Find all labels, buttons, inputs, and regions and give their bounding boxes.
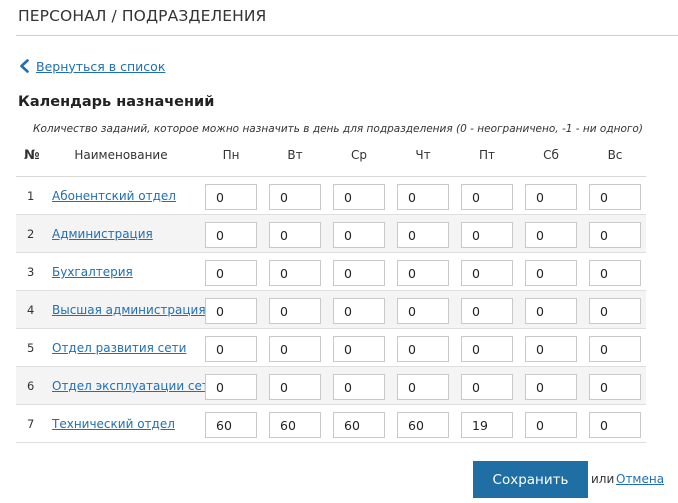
limit-input-fri[interactable]	[461, 184, 513, 210]
chevron-left-icon	[20, 59, 29, 73]
limit-input-tue[interactable]	[269, 298, 321, 324]
department-link[interactable]: Технический отдел	[52, 417, 175, 431]
limit-input-sat[interactable]	[525, 298, 577, 324]
limit-input-sun[interactable]	[589, 184, 641, 210]
limit-input-mon[interactable]	[205, 222, 257, 248]
row-number: 4	[27, 303, 35, 317]
table-row: 4 Высшая администрация	[16, 291, 646, 329]
limit-input-sun[interactable]	[589, 374, 641, 400]
limit-input-thu[interactable]	[397, 298, 449, 324]
limit-input-tue[interactable]	[269, 222, 321, 248]
table-row: 1 Абонентский отдел	[16, 177, 646, 215]
calendar-note: Количество заданий, которое можно назнач…	[33, 123, 643, 135]
department-link[interactable]: Отдел эксплуатации сети	[52, 379, 217, 393]
limit-input-sun[interactable]	[589, 298, 641, 324]
or-label: или	[591, 472, 615, 486]
limit-input-fri[interactable]	[461, 260, 513, 286]
table-row: 5 Отдел развития сети	[16, 329, 646, 367]
row-number: 3	[27, 265, 35, 279]
limit-input-sun[interactable]	[589, 336, 641, 362]
table-row: 2 Администрация	[16, 215, 646, 253]
calendar-table-body: 1 Абонентский отдел 2 Администрация 3 Бухгалт…	[16, 176, 646, 443]
limit-input-wed[interactable]	[333, 298, 385, 324]
limit-input-thu[interactable]	[397, 222, 449, 248]
limit-input-mon[interactable]	[205, 336, 257, 362]
limit-input-tue[interactable]	[269, 184, 321, 210]
column-header-thu: Чт	[415, 148, 431, 162]
limit-input-fri[interactable]	[461, 412, 513, 438]
limit-input-mon[interactable]	[205, 374, 257, 400]
column-header-name: Наименование	[74, 148, 168, 162]
column-header-fri: Пт	[478, 148, 495, 162]
table-row: 6 Отдел эксплуатации сети	[16, 367, 646, 405]
limit-input-fri[interactable]	[461, 336, 513, 362]
limit-input-wed[interactable]	[333, 222, 385, 248]
limit-input-thu[interactable]	[397, 374, 449, 400]
limit-input-mon[interactable]	[205, 184, 257, 210]
department-link[interactable]: Бухгалтерия	[52, 265, 133, 279]
limit-input-tue[interactable]	[269, 336, 321, 362]
back-link-label: Вернуться в список	[36, 58, 166, 74]
table-header: № Наименование Пн Вт Ср Чт Пт Сб Вс	[16, 148, 646, 168]
limit-input-wed[interactable]	[333, 184, 385, 210]
row-number: 1	[27, 189, 35, 203]
limit-input-sat[interactable]	[525, 336, 577, 362]
column-header-num: №	[24, 148, 40, 163]
limit-input-wed[interactable]	[333, 336, 385, 362]
column-header-sun: Вс	[607, 148, 623, 162]
calendar-title: Календарь назначений	[18, 94, 215, 110]
limit-input-sat[interactable]	[525, 412, 577, 438]
page-title: ПЕРСОНАЛ / ПОДРАЗДЕЛЕНИЯ	[18, 7, 267, 25]
limit-input-sat[interactable]	[525, 184, 577, 210]
limit-input-mon[interactable]	[205, 298, 257, 324]
limit-input-sun[interactable]	[589, 412, 641, 438]
back-to-list-link[interactable]: Вернуться в список	[19, 57, 165, 75]
limit-input-wed[interactable]	[333, 260, 385, 286]
column-header-tue: Вт	[287, 148, 303, 162]
department-link[interactable]: Высшая администрация	[52, 303, 206, 317]
save-button[interactable]: Сохранить	[473, 461, 588, 498]
limit-input-sun[interactable]	[589, 260, 641, 286]
limit-input-thu[interactable]	[397, 184, 449, 210]
limit-input-mon[interactable]	[205, 412, 257, 438]
title-divider	[16, 35, 678, 36]
row-number: 6	[27, 379, 35, 393]
table-row: 3 Бухгалтерия	[16, 253, 646, 291]
department-link[interactable]: Абонентский отдел	[52, 189, 176, 203]
limit-input-fri[interactable]	[461, 298, 513, 324]
limit-input-mon[interactable]	[205, 260, 257, 286]
limit-input-sun[interactable]	[589, 222, 641, 248]
department-link[interactable]: Администрация	[52, 227, 153, 241]
limit-input-wed[interactable]	[333, 374, 385, 400]
limit-input-wed[interactable]	[333, 412, 385, 438]
limit-input-tue[interactable]	[269, 412, 321, 438]
limit-input-tue[interactable]	[269, 260, 321, 286]
column-header-mon: Пн	[222, 148, 240, 162]
row-number: 5	[27, 341, 35, 355]
table-row: 7 Технический отдел	[16, 405, 646, 443]
row-number: 2	[27, 227, 35, 241]
department-link[interactable]: Отдел развития сети	[52, 341, 186, 355]
cancel-link[interactable]: Отмена	[616, 472, 664, 486]
limit-input-fri[interactable]	[461, 222, 513, 248]
row-number: 7	[27, 417, 35, 431]
limit-input-fri[interactable]	[461, 374, 513, 400]
limit-input-tue[interactable]	[269, 374, 321, 400]
limit-input-sat[interactable]	[525, 260, 577, 286]
column-header-sat: Сб	[543, 148, 559, 162]
limit-input-sat[interactable]	[525, 222, 577, 248]
limit-input-thu[interactable]	[397, 412, 449, 438]
column-header-wed: Ср	[351, 148, 367, 162]
limit-input-thu[interactable]	[397, 260, 449, 286]
limit-input-sat[interactable]	[525, 374, 577, 400]
limit-input-thu[interactable]	[397, 336, 449, 362]
